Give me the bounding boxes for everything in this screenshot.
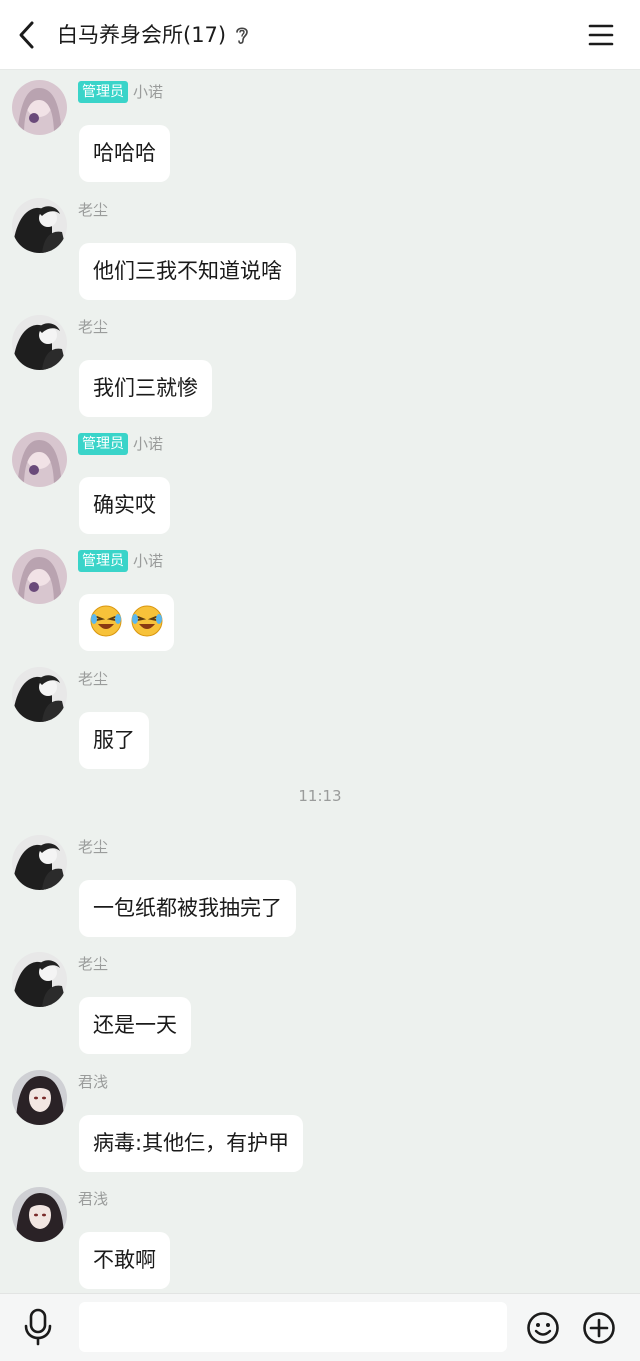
sender-row: 老尘 <box>78 199 108 223</box>
avatar[interactable] <box>12 667 67 722</box>
avatar[interactable] <box>12 198 67 253</box>
plus-icon[interactable] <box>582 1311 616 1345</box>
message-item: 老尘 一包纸都被我抽完了 <box>0 835 640 945</box>
microphone-icon[interactable] <box>22 1308 54 1346</box>
sender-name[interactable]: 君浅 <box>78 1071 108 1093</box>
laughing-crying-emoji-icon <box>90 605 122 637</box>
message-item: 管理员 小诺 哈哈哈 <box>0 80 640 190</box>
admin-badge: 管理员 <box>78 433 128 455</box>
message-item: 老尘 我们三就惨 <box>0 315 640 425</box>
sender-row: 老尘 <box>78 668 108 692</box>
sender-name[interactable]: 老尘 <box>78 953 108 975</box>
message-bubble[interactable]: 服了 <box>79 712 149 769</box>
message-bubble[interactable]: 一包纸都被我抽完了 <box>79 880 296 937</box>
avatar[interactable] <box>12 80 67 135</box>
message-input[interactable] <box>79 1302 507 1352</box>
menu-icon[interactable] <box>588 22 614 48</box>
back-arrow-icon[interactable] <box>12 18 44 52</box>
message-bubble[interactable]: 不敢啊 <box>79 1232 170 1289</box>
message-list[interactable]: 管理员 小诺 哈哈哈 老尘 他们三我不知道说啥 老尘 我们三就惨 管理员 小诺 … <box>0 70 640 1293</box>
message-item: 老尘 还是一天 <box>0 952 640 1062</box>
message-bubble[interactable]: 确实哎 <box>79 477 170 534</box>
sender-name[interactable]: 老尘 <box>78 199 108 221</box>
sender-row: 君浅 <box>78 1188 108 1212</box>
sender-name[interactable]: 小诺 <box>133 550 163 572</box>
sender-name[interactable]: 君浅 <box>78 1188 108 1210</box>
group-title: 白马养身会所(17) <box>57 23 227 47</box>
sender-name[interactable]: 老尘 <box>78 836 108 858</box>
message-bubble[interactable]: 病毒:其他仨，有护甲 <box>79 1115 304 1172</box>
sender-row: 管理员 小诺 <box>78 433 163 457</box>
sender-row: 君浅 <box>78 1071 108 1095</box>
sender-row: 老尘 <box>78 836 108 860</box>
avatar[interactable] <box>12 835 67 890</box>
emoji-message-bubble[interactable] <box>79 594 174 651</box>
sender-name[interactable]: 小诺 <box>133 433 163 455</box>
avatar[interactable] <box>12 1187 67 1242</box>
message-bubble[interactable]: 他们三我不知道说啥 <box>79 243 296 300</box>
message-item: 老尘 服了 <box>0 667 640 777</box>
admin-badge: 管理员 <box>78 81 128 103</box>
ear-icon <box>236 27 248 44</box>
sender-row: 老尘 <box>78 953 108 977</box>
avatar[interactable] <box>12 1070 67 1125</box>
message-item: 君浅 不敢啊 <box>0 1187 640 1297</box>
message-item: 君浅 病毒:其他仨，有护甲 <box>0 1070 640 1180</box>
message-item: 老尘 他们三我不知道说啥 <box>0 198 640 308</box>
sender-row: 管理员 小诺 <box>78 81 163 105</box>
avatar[interactable] <box>12 432 67 487</box>
sender-row: 管理员 小诺 <box>78 550 163 574</box>
sender-name[interactable]: 小诺 <box>133 81 163 103</box>
message-item: 管理员 小诺 <box>0 549 640 659</box>
laughing-crying-emoji-icon <box>131 605 163 637</box>
emoji-icon[interactable] <box>526 1311 560 1345</box>
message-bubble[interactable]: 还是一天 <box>79 997 191 1054</box>
sender-row: 老尘 <box>78 316 108 340</box>
time-separator: 11:13 <box>298 787 342 805</box>
message-item: 管理员 小诺 确实哎 <box>0 432 640 542</box>
message-bubble[interactable]: 哈哈哈 <box>79 125 170 182</box>
admin-badge: 管理员 <box>78 550 128 572</box>
avatar[interactable] <box>12 315 67 370</box>
input-bar <box>0 1293 640 1361</box>
sender-name[interactable]: 老尘 <box>78 316 108 338</box>
avatar[interactable] <box>12 952 67 1007</box>
chat-header: 白马养身会所(17) <box>0 0 640 70</box>
sender-name[interactable]: 老尘 <box>78 668 108 690</box>
avatar[interactable] <box>12 549 67 604</box>
message-bubble[interactable]: 我们三就惨 <box>79 360 212 417</box>
